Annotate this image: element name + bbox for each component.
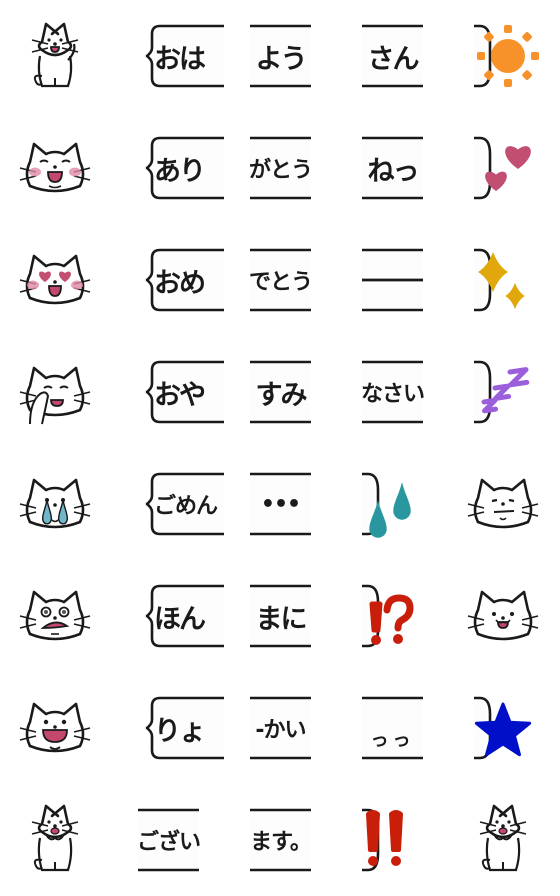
bubble-text: -かい bbox=[255, 718, 306, 743]
sun-icon bbox=[477, 25, 539, 87]
bubble-text: がとう bbox=[249, 158, 313, 183]
bubble-text: おや bbox=[154, 379, 206, 411]
cat-waving-icon bbox=[31, 22, 79, 88]
emoji-bubble-end-cell[interactable] bbox=[336, 560, 448, 672]
bubble-fill bbox=[474, 138, 486, 198]
sweat-drops-icon bbox=[369, 482, 411, 538]
emoji-cat-cell[interactable] bbox=[0, 560, 112, 672]
emoji-bubble-mid-cell[interactable]: ねっ bbox=[336, 112, 448, 224]
emoji-cat-cell[interactable] bbox=[0, 784, 112, 896]
emoji-bubble-mid-cell[interactable]: ます。 bbox=[224, 784, 336, 896]
cat-happy-icon bbox=[467, 590, 539, 641]
emoji-bubble-start-cell[interactable]: おは bbox=[112, 0, 224, 112]
cat-drawing bbox=[31, 804, 79, 872]
bubble-shape bbox=[474, 248, 525, 312]
bubble-text: まに bbox=[255, 603, 308, 635]
bubble-shape bbox=[474, 136, 531, 200]
cat-heart-eyes-icon bbox=[19, 254, 91, 305]
emoji-bubble-end-cell[interactable] bbox=[448, 112, 560, 224]
cat-crying-icon bbox=[19, 478, 91, 529]
bubble-text: よう bbox=[255, 43, 308, 75]
emoji-bubble-mid-cell[interactable]: まに bbox=[224, 560, 336, 672]
bubble-shape bbox=[474, 24, 539, 88]
bubble-text: ••• bbox=[260, 491, 301, 517]
emoji-bubble-start-cell[interactable]: おや bbox=[112, 336, 224, 448]
emoji-grid: おは よう さんあり がとう ねっおめ でとうおや すみ なさいごめん ••• ほん まにりょ -かい… bbox=[0, 0, 560, 896]
bubble-text: おは bbox=[154, 43, 206, 75]
cat-drawing bbox=[467, 478, 539, 529]
cat-drawing bbox=[19, 142, 91, 193]
emoji-cat-cell[interactable] bbox=[0, 0, 112, 112]
bubble-text: っっ bbox=[370, 730, 415, 751]
cat-shocked-icon bbox=[19, 590, 91, 641]
emoji-bubble-end-cell[interactable] bbox=[448, 672, 560, 784]
emoji-cat-cell[interactable] bbox=[0, 448, 112, 560]
emoji-cat-cell[interactable] bbox=[448, 784, 560, 896]
emoji-bubble-mid-cell[interactable]: っっ bbox=[336, 672, 448, 784]
cat-drawing bbox=[19, 366, 91, 425]
emoji-bubble-start-cell[interactable]: おめ bbox=[112, 224, 224, 336]
emoji-bubble-start-cell[interactable]: りょ bbox=[112, 672, 224, 784]
bubble-text: でとう bbox=[249, 270, 313, 295]
cat-cheering-icon bbox=[31, 804, 79, 872]
emoji-bubble-start-cell[interactable]: ほん bbox=[112, 560, 224, 672]
emoji-bubble-end-cell[interactable] bbox=[448, 336, 560, 448]
bubble-text: ほん bbox=[154, 603, 206, 635]
cat-drawing bbox=[19, 478, 91, 529]
cat-excited-icon bbox=[479, 804, 527, 872]
bubble-text: ます。 bbox=[250, 830, 312, 855]
bubble-text: ござい bbox=[137, 830, 201, 855]
emoji-bubble-mid-cell[interactable]: なさい bbox=[336, 336, 448, 448]
bubble-text: すみ bbox=[255, 379, 308, 411]
emoji-bubble-mid-cell[interactable]: よう bbox=[224, 0, 336, 112]
bubble-text: さん bbox=[367, 43, 420, 75]
bubble-shape bbox=[474, 696, 532, 760]
emoji-cat-cell[interactable] bbox=[448, 448, 560, 560]
bubble-fill bbox=[474, 250, 486, 310]
emoji-bubble-mid-cell[interactable] bbox=[336, 224, 448, 336]
bubble-text: りょ bbox=[154, 715, 206, 747]
emoji-bubble-mid-cell[interactable]: ござい bbox=[112, 784, 224, 896]
emoji-bubble-end-cell[interactable] bbox=[336, 784, 448, 896]
cat-drawing bbox=[467, 590, 539, 641]
double-exclamation-icon bbox=[366, 810, 403, 866]
hearts-icon bbox=[485, 146, 531, 191]
cat-drawing bbox=[479, 804, 527, 872]
bubble-shape bbox=[362, 808, 403, 872]
emoji-cat-cell[interactable] bbox=[448, 560, 560, 672]
emoji-cat-cell[interactable] bbox=[0, 336, 112, 448]
bubble-shape bbox=[362, 248, 423, 312]
cat-blushing-smile-icon bbox=[19, 142, 91, 193]
emoji-bubble-mid-cell[interactable]: でとう bbox=[224, 224, 336, 336]
cat-drawing bbox=[19, 254, 91, 305]
exclamation-question-icon bbox=[369, 594, 414, 645]
cat-laughing-icon bbox=[19, 702, 91, 753]
emoji-cat-cell[interactable] bbox=[0, 112, 112, 224]
cat-content-icon bbox=[467, 478, 539, 529]
cat-drawing bbox=[19, 590, 91, 641]
emoji-bubble-mid-cell[interactable]: さん bbox=[336, 0, 448, 112]
cat-sleepy-icon bbox=[19, 366, 91, 425]
emoji-bubble-mid-cell[interactable]: -かい bbox=[224, 672, 336, 784]
bubble-text: なさい bbox=[361, 382, 425, 407]
emoji-bubble-end-cell[interactable] bbox=[448, 224, 560, 336]
cat-drawing bbox=[19, 702, 91, 753]
bubble-shape bbox=[362, 472, 411, 538]
emoji-cat-cell[interactable] bbox=[0, 224, 112, 336]
bubble-text: ねっ bbox=[367, 155, 420, 187]
cat-drawing bbox=[31, 22, 79, 88]
emoji-bubble-end-cell[interactable] bbox=[336, 448, 448, 560]
emoji-bubble-mid-cell[interactable]: ••• bbox=[224, 448, 336, 560]
emoji-bubble-start-cell[interactable]: ごめん bbox=[112, 448, 224, 560]
bubble-text: ごめん bbox=[154, 494, 218, 519]
emoji-cat-cell[interactable] bbox=[0, 672, 112, 784]
emoji-bubble-mid-cell[interactable]: すみ bbox=[224, 336, 336, 448]
emoji-bubble-mid-cell[interactable]: がとう bbox=[224, 112, 336, 224]
bubble-text: あり bbox=[154, 155, 206, 187]
emoji-bubble-start-cell[interactable]: あり bbox=[112, 112, 224, 224]
bubble-shape bbox=[474, 360, 530, 424]
bubble-text: おめ bbox=[154, 267, 206, 299]
bubble-shape bbox=[362, 584, 414, 648]
emoji-bubble-end-cell[interactable] bbox=[448, 0, 560, 112]
